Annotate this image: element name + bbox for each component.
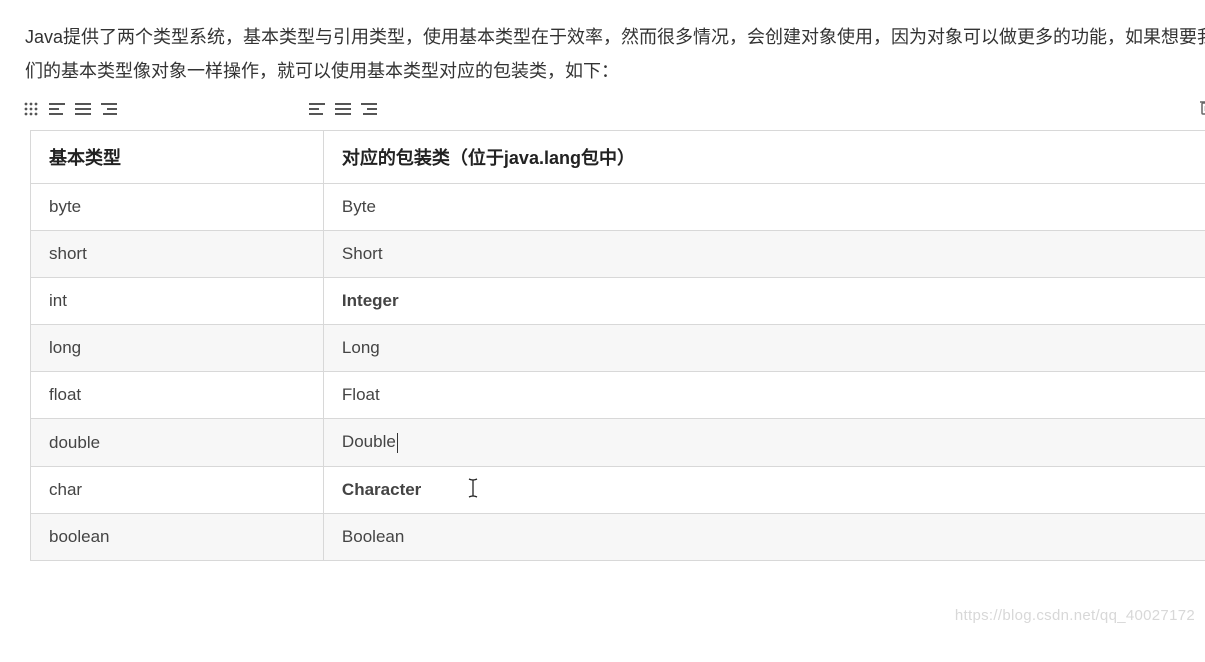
table-row[interactable]: intInteger — [31, 278, 1205, 325]
cell-primitive[interactable]: char — [31, 466, 324, 513]
table-row[interactable]: booleanBoolean — [31, 513, 1205, 560]
cell-primitive[interactable]: short — [31, 231, 324, 278]
watermark-text: https://blog.csdn.net/qq_40027172 — [955, 607, 1195, 624]
cell-primitive[interactable]: double — [31, 419, 324, 467]
cell-wrapper[interactable]: Integer — [323, 278, 1205, 325]
align-left-icon[interactable] — [308, 100, 326, 118]
align-right-icon[interactable] — [360, 100, 378, 118]
cell-primitive[interactable]: byte — [31, 184, 324, 231]
table-row[interactable]: floatFloat — [31, 372, 1205, 419]
intro-paragraph: Java提供了两个类型系统，基本类型与引用类型，使用基本类型在于效率，然而很多情… — [20, 20, 1205, 88]
cell-primitive[interactable]: int — [31, 278, 324, 325]
align-justify-icon[interactable] — [74, 100, 92, 118]
cell-wrapper[interactable]: Double — [323, 419, 1205, 467]
align-left-icon[interactable] — [48, 100, 66, 118]
toolbar-group-left — [22, 100, 118, 118]
cell-primitive[interactable]: long — [31, 325, 324, 372]
header-primitive: 基本类型 — [31, 131, 324, 184]
cell-wrapper[interactable]: Character — [323, 466, 1205, 513]
cell-wrapper[interactable]: Byte — [323, 184, 1205, 231]
table-row[interactable]: shortShort — [31, 231, 1205, 278]
edit-caret — [397, 433, 398, 453]
drag-handle-icon[interactable] — [22, 100, 40, 118]
toolbar-group-right — [308, 100, 378, 118]
table-row[interactable]: longLong — [31, 325, 1205, 372]
table-row[interactable]: charCharacter — [31, 466, 1205, 513]
trash-icon[interactable] — [1199, 98, 1205, 121]
align-right-icon[interactable] — [100, 100, 118, 118]
cell-wrapper[interactable]: Short — [323, 231, 1205, 278]
cell-primitive[interactable]: float — [31, 372, 324, 419]
header-wrapper: 对应的包装类（位于java.lang包中） — [323, 131, 1205, 184]
cell-wrapper[interactable]: Boolean — [323, 513, 1205, 560]
table-header-row: 基本类型 对应的包装类（位于java.lang包中） — [31, 131, 1205, 184]
table-body: byteByteshortShortintIntegerlongLongfloa… — [31, 184, 1205, 561]
table-row[interactable]: doubleDouble — [31, 419, 1205, 467]
cell-wrapper[interactable]: Float — [323, 372, 1205, 419]
table-toolbar — [20, 96, 1205, 126]
table-row[interactable]: byteByte — [31, 184, 1205, 231]
wrapper-class-table[interactable]: 基本类型 对应的包装类（位于java.lang包中） byteByteshort… — [30, 130, 1205, 561]
cell-primitive[interactable]: boolean — [31, 513, 324, 560]
align-justify-icon[interactable] — [334, 100, 352, 118]
cell-wrapper[interactable]: Long — [323, 325, 1205, 372]
